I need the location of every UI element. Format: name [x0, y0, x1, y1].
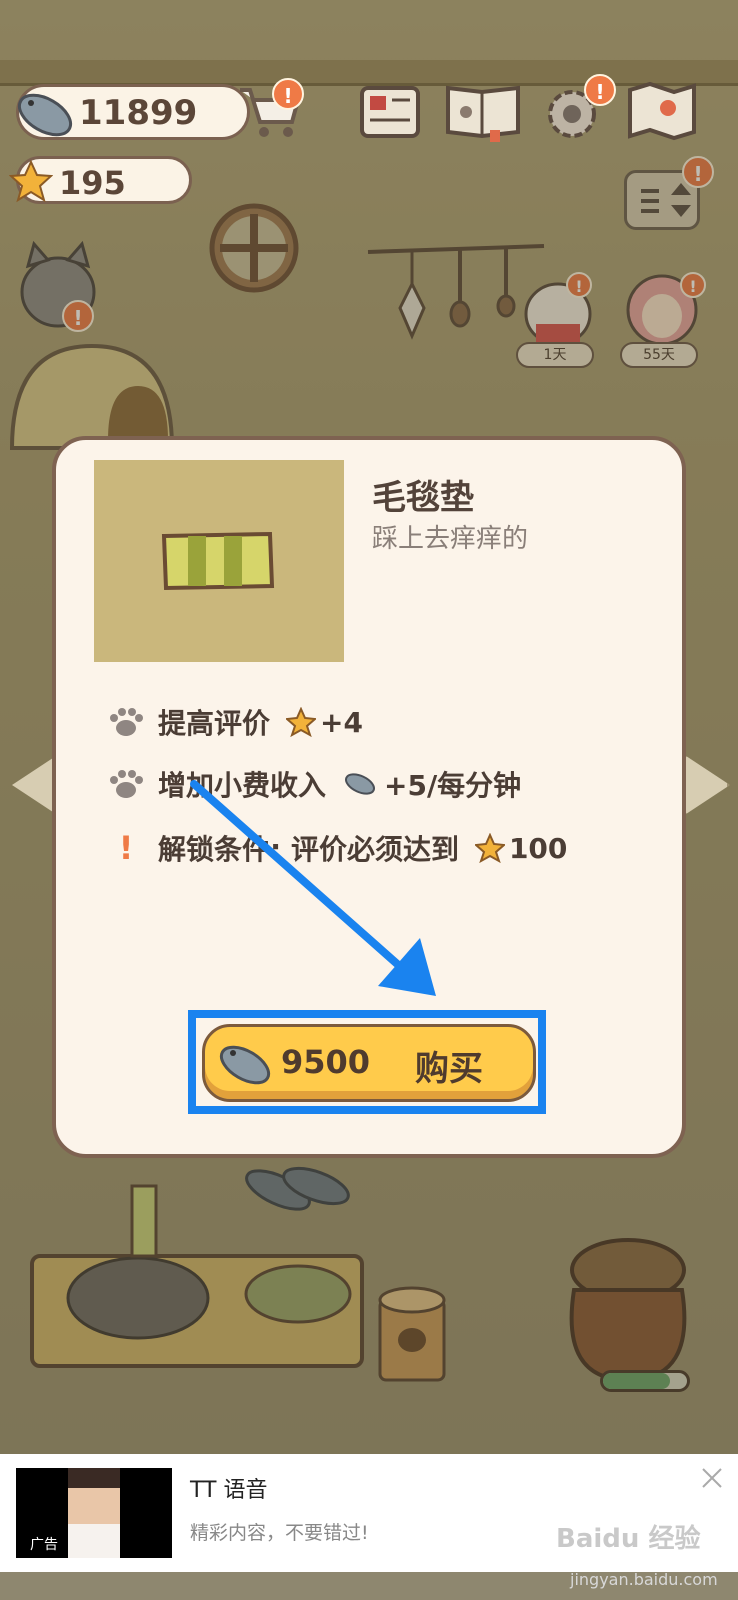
- ad-subtitle: 精彩内容，不要错过!: [190, 1522, 369, 1544]
- shop-badge[interactable]: !: [272, 78, 304, 110]
- item-description: 踩上去痒痒的: [372, 524, 529, 554]
- buy-button[interactable]: 9500 购买: [202, 1024, 536, 1102]
- stat-rating-label: 提高评价: [158, 707, 271, 740]
- warning-icon: !: [118, 829, 134, 867]
- stat-tip-value: +5/每分钟: [384, 769, 522, 802]
- catbook-button[interactable]: [444, 80, 522, 142]
- ad-tag: 广告: [30, 1537, 58, 1553]
- stat-tip-label: 增加小费收入: [158, 769, 327, 802]
- fish-icon: [17, 93, 73, 137]
- stat-rating-value: +4: [320, 705, 363, 739]
- stat-rating-row: 提高评价 +4: [106, 702, 363, 742]
- star-rating-pill: 195: [9, 156, 192, 204]
- fish-icon: [345, 773, 376, 795]
- close-icon[interactable]: [700, 1466, 724, 1490]
- paw-icon: [110, 708, 143, 736]
- settings-badge[interactable]: !: [584, 74, 616, 106]
- map-icon: [628, 81, 696, 141]
- watermark: Baidu 经验: [556, 1524, 701, 1554]
- stat-tip-row: 增加小费收入 +5/每分钟: [106, 764, 521, 804]
- fish-icon: [219, 1045, 271, 1085]
- map-button[interactable]: [626, 80, 698, 141]
- star-icon: [9, 159, 53, 203]
- paw-icon: [110, 770, 143, 798]
- ad-thumbnail: 广告: [16, 1468, 172, 1558]
- newspaper-icon: [360, 86, 420, 138]
- unlock-condition-row: ! 解锁条件: 评价必须达到 100: [106, 828, 568, 868]
- ad-title: TT 语音: [190, 1478, 268, 1503]
- newspaper-button[interactable]: [358, 82, 422, 142]
- ad-person-image: [68, 1468, 120, 1558]
- buy-label: 购买: [415, 1049, 483, 1089]
- unlock-value: 100: [508, 831, 568, 865]
- fish-count: 11899: [79, 93, 198, 133]
- unlock-label: 解锁条件: 评价必须达到: [158, 833, 459, 866]
- watermark-url: jingyan.baidu.com: [570, 1570, 718, 1589]
- star-icon: [286, 707, 317, 737]
- item-image: [94, 460, 344, 662]
- item-name: 毛毯垫: [372, 478, 474, 518]
- buy-price: 9500: [281, 1043, 371, 1081]
- star-count: 195: [59, 164, 126, 202]
- star-icon: [474, 833, 505, 863]
- fish-currency-pill: 11899: [16, 84, 250, 140]
- blanket-mat-icon: [161, 531, 275, 591]
- paw-book-icon: [446, 85, 520, 142]
